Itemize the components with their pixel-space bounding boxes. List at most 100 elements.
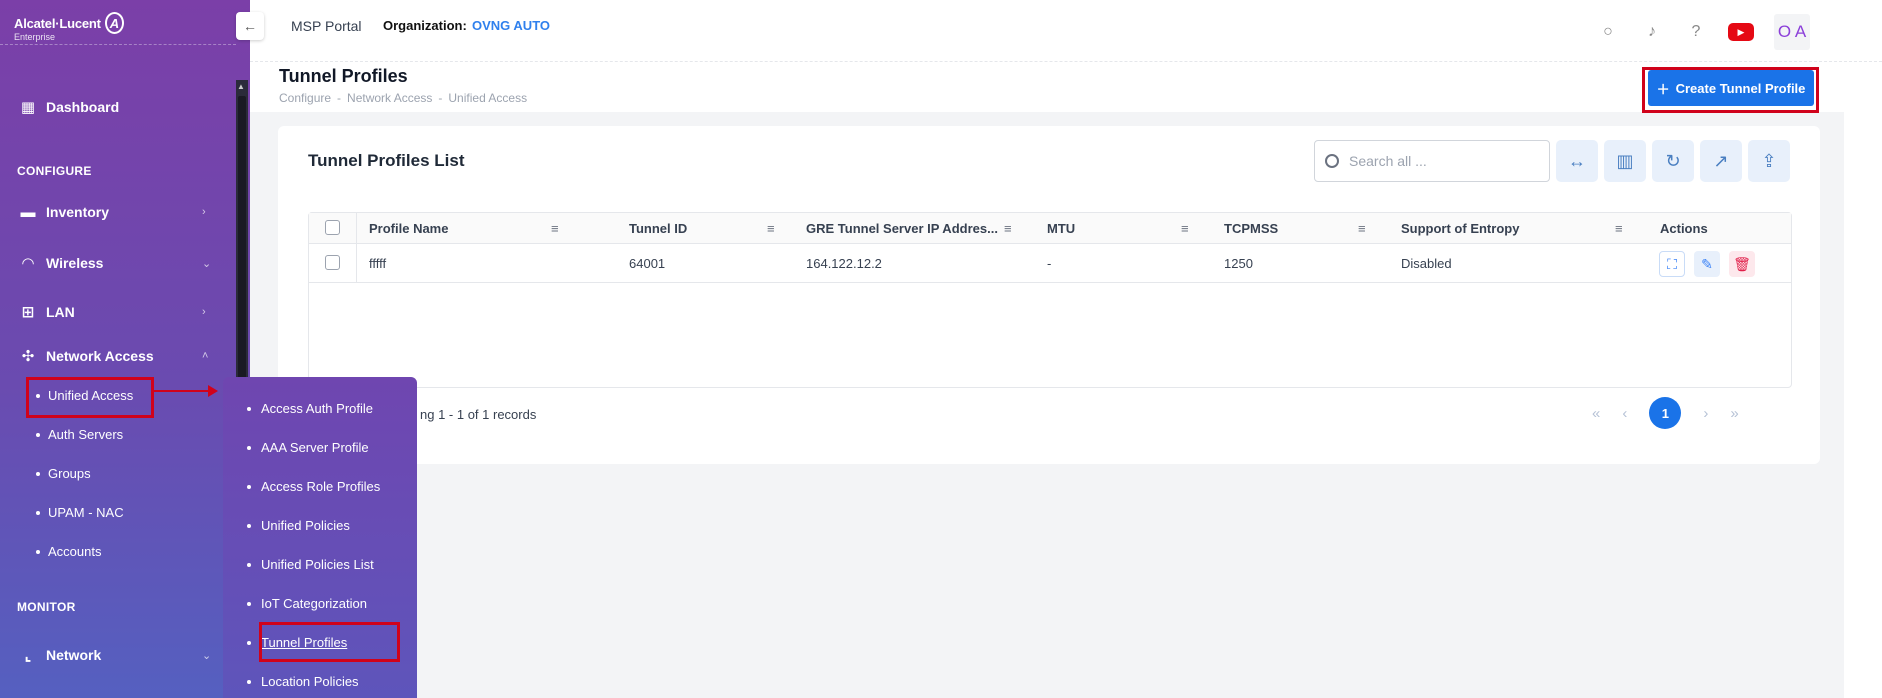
column-header-mtu[interactable]: MTU <box>1047 221 1075 236</box>
page-number-button[interactable]: 1 <box>1649 397 1682 429</box>
sidebar-subitem-accounts[interactable]: Accounts <box>36 544 101 559</box>
sidebar-subitem-label: Groups <box>48 466 91 481</box>
highlight-tunnel-profiles <box>259 622 400 662</box>
sidebar-item-lan[interactable]: ⊞ LAN <box>18 302 75 322</box>
bullet-icon <box>247 523 251 528</box>
filter-icon[interactable]: ≡ <box>1004 221 1012 236</box>
flyout-item-unified-policies-list[interactable]: Unified Policies List <box>247 557 374 572</box>
flyout-item-unified-policies[interactable]: Unified Policies <box>247 518 350 533</box>
select-all-checkbox[interactable] <box>325 220 340 235</box>
sidebar-subitem-label: Accounts <box>48 544 102 559</box>
filter-icon[interactable]: ≡ <box>551 221 559 236</box>
bullet-icon <box>247 562 251 567</box>
row-checkbox[interactable] <box>325 255 340 270</box>
search-icon[interactable]: ○ <box>1596 20 1620 44</box>
flyout-item-access-role-profiles[interactable]: Access Role Profiles <box>247 479 380 494</box>
brand-logo[interactable]: Alcatel·Lucent A Enterprise <box>14 12 124 42</box>
filter-icon[interactable]: ≡ <box>767 221 775 236</box>
portal-label[interactable]: MSP Portal <box>291 18 362 34</box>
search-placeholder: Search all ... <box>1349 153 1427 169</box>
sidebar-item-dashboard[interactable]: ▦ Dashboard <box>18 97 119 117</box>
bullet-icon <box>36 549 40 554</box>
sidebar-item-label: Network <box>46 647 102 663</box>
flyout-item-label: Unified Policies <box>261 518 350 533</box>
filter-icon[interactable]: ≡ <box>1358 221 1366 236</box>
table-row[interactable]: fffff 64001 164.122.12.2 - 1250 Disabled… <box>309 244 1791 283</box>
column-header-gre-ip[interactable]: GRE Tunnel Server IP Addres... <box>806 221 998 236</box>
column-header-actions: Actions <box>1660 221 1708 236</box>
inventory-icon: ▬ <box>20 203 36 221</box>
flyout-item-label: IoT Categorization <box>261 596 367 611</box>
sidebar-item-inventory[interactable]: ▬ Inventory <box>18 202 110 222</box>
annotation-arrow-head <box>208 385 218 397</box>
sidebar-subitem-auth-servers[interactable]: Auth Servers <box>36 427 123 442</box>
delete-icon[interactable]: 🗑 <box>1729 251 1755 277</box>
organization-value[interactable]: OVNG AUTO <box>472 18 550 33</box>
export-button[interactable]: ↗ <box>1700 140 1742 182</box>
cell-profile-name: fffff <box>369 256 387 271</box>
youtube-icon[interactable]: ▶ <box>1728 23 1754 41</box>
sidebar-item-network-access[interactable]: ✣ Network Access <box>18 346 154 366</box>
table-header: Profile Name ≡ Tunnel ID ≡ GRE Tunnel Se… <box>309 213 1791 244</box>
flyout-item-label: AAA Server Profile <box>261 440 369 455</box>
next-page-icon[interactable]: › <box>1703 405 1708 422</box>
column-header-tunnel-id[interactable]: Tunnel ID <box>629 221 687 236</box>
breadcrumb-configure[interactable]: Configure <box>279 91 331 105</box>
divider <box>0 44 236 45</box>
chart-icon: ⌞ <box>24 647 32 664</box>
collapse-sidebar-button[interactable]: ← <box>236 12 264 40</box>
sidebar-item-network[interactable]: ⌞ Network <box>18 645 101 665</box>
refresh-button[interactable]: ↻ <box>1652 140 1694 182</box>
flyout-item-access-auth-profile[interactable]: Access Auth Profile <box>247 401 373 416</box>
breadcrumb-network-access[interactable]: Network Access <box>347 91 432 105</box>
help-icon[interactable]: ? <box>1684 20 1708 44</box>
page-title: Tunnel Profiles <box>279 66 408 86</box>
columns-button[interactable]: ▥ <box>1604 140 1646 182</box>
toolbar: ↔ ▥ ↻ ↗ ⇪ <box>1556 140 1790 182</box>
bullet-icon <box>247 484 251 489</box>
sidebar-item-label: Network Access <box>46 348 154 364</box>
annotation-arrow <box>153 390 211 392</box>
dashboard-icon: ▦ <box>20 99 36 116</box>
flyout-item-aaa-server-profile[interactable]: AAA Server Profile <box>247 440 369 455</box>
bell-icon[interactable]: ♪ <box>1640 20 1664 44</box>
flyout-item-label: Unified Policies List <box>261 557 374 572</box>
cell-tcpmss: 1250 <box>1224 256 1253 271</box>
upload-button[interactable]: ⇪ <box>1748 140 1790 182</box>
last-page-icon[interactable]: » <box>1730 405 1738 422</box>
flyout-item-iot-categorization[interactable]: IoT Categorization <box>247 596 367 611</box>
breadcrumb-unified-access[interactable]: Unified Access <box>448 91 527 105</box>
edit-icon[interactable]: ✎ <box>1694 251 1720 277</box>
filter-icon[interactable]: ≡ <box>1181 221 1189 236</box>
avatar[interactable]: O A <box>1774 14 1810 50</box>
brand-sub: Enterprise <box>14 32 56 42</box>
bullet-icon <box>247 406 251 411</box>
column-header-entropy[interactable]: Support of Entropy <box>1401 221 1519 236</box>
first-page-icon[interactable]: « <box>1592 405 1600 422</box>
prev-page-icon[interactable]: ‹ <box>1622 405 1627 422</box>
resize-columns-button[interactable]: ↔ <box>1556 140 1598 182</box>
sidebar-subitem-upam-nac[interactable]: UPAM - NAC <box>36 505 124 520</box>
filter-icon[interactable]: ≡ <box>1615 221 1623 236</box>
top-icons: ○ ♪ ? ▶ O A <box>1596 14 1810 50</box>
page-header: Tunnel Profiles Configure - Network Acce… <box>250 62 1844 112</box>
sidebar-item-wireless[interactable]: ◠ Wireless <box>18 253 103 273</box>
bullet-icon <box>36 510 40 515</box>
sidebar: Alcatel·Lucent A Enterprise ▲ ▦ Dashboard… <box>0 0 250 698</box>
sidebar-subitem-groups[interactable]: Groups <box>36 466 91 481</box>
chevron-right-icon: › <box>202 206 206 218</box>
flyout-item-location-policies[interactable]: Location Policies <box>247 674 359 689</box>
breadcrumb: Configure - Network Access - Unified Acc… <box>279 91 527 105</box>
column-header-profile-name[interactable]: Profile Name <box>369 221 448 236</box>
search-input[interactable]: Search all ... <box>1314 140 1550 182</box>
cell-entropy: Disabled <box>1401 256 1452 271</box>
bullet-icon <box>36 471 40 476</box>
lan-icon: ⊞ <box>21 304 35 321</box>
pagination: « ‹ 1 › » <box>1592 397 1739 429</box>
scroll-up-icon[interactable]: ▲ <box>237 82 245 91</box>
brand-mark-icon: A <box>104 12 124 34</box>
section-configure: CONFIGURE <box>17 164 92 178</box>
tunnel-profiles-table: Profile Name ≡ Tunnel ID ≡ GRE Tunnel Se… <box>308 212 1792 388</box>
column-header-tcpmss[interactable]: TCPMSS <box>1224 221 1278 236</box>
expand-icon[interactable]: ⛶ <box>1659 251 1685 277</box>
